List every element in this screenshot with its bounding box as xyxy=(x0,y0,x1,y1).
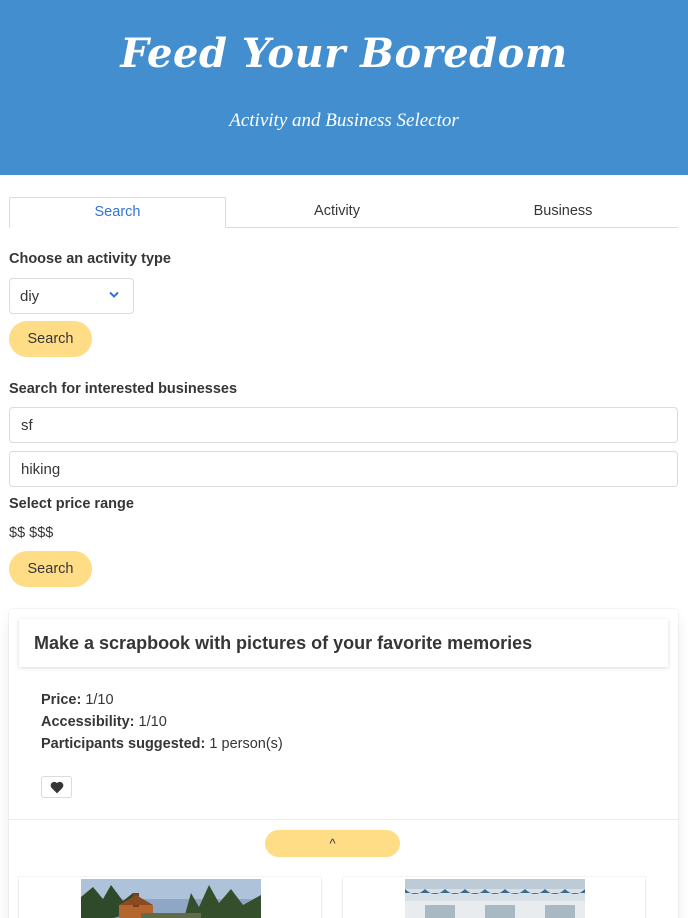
card-header: Make a scrapbook with pictures of your f… xyxy=(19,619,668,667)
price-range-label: Select price range xyxy=(9,496,134,512)
hero-banner: Feed Your Boredom Activity and Business … xyxy=(0,0,688,175)
tab-search[interactable]: Search xyxy=(9,197,226,228)
tab-business[interactable]: Business xyxy=(448,197,678,228)
favorite-button[interactable] xyxy=(41,776,72,798)
business-search-label: Search for interested businesses xyxy=(9,381,238,397)
tab-activity[interactable]: Activity xyxy=(226,197,448,228)
heart-icon xyxy=(50,781,64,794)
business-image xyxy=(81,879,261,918)
price-detail-label: Price: xyxy=(41,692,82,708)
app-title: Feed Your Boredom xyxy=(120,30,568,77)
activity-title: Make a scrapbook with pictures of your f… xyxy=(34,633,533,653)
location-input[interactable]: sf xyxy=(9,407,678,443)
price-detail: Price: 1/10 xyxy=(41,692,114,708)
participants-detail: Participants suggested: 1 person(s) xyxy=(41,736,283,752)
location-input-value: sf xyxy=(21,417,33,434)
accessibility-detail-label: Accessibility: xyxy=(41,714,135,730)
app-subtitle: Activity and Business Selector xyxy=(229,110,459,131)
term-input[interactable]: hiking xyxy=(9,451,678,487)
term-input-value: hiking xyxy=(21,461,61,478)
price-range-options[interactable]: $$ $$$ xyxy=(9,525,53,541)
activity-type-select[interactable]: diy xyxy=(9,278,134,314)
collapse-button[interactable]: ^ xyxy=(265,830,400,857)
participants-detail-label: Participants suggested: xyxy=(41,736,206,752)
card-footer-divider xyxy=(9,819,678,820)
activity-result-card: Make a scrapbook with pictures of your f… xyxy=(9,609,678,918)
accessibility-detail: Accessibility: 1/10 xyxy=(41,714,167,730)
business-image xyxy=(405,879,585,918)
tab-bar: Search Activity Business xyxy=(9,197,678,228)
activity-type-value: diy xyxy=(20,288,40,305)
chevron-down-icon xyxy=(109,291,119,298)
accessibility-detail-value: 1/10 xyxy=(138,714,167,730)
activity-type-label: Choose an activity type xyxy=(9,251,171,267)
price-detail-value: 1/10 xyxy=(85,692,114,708)
participants-detail-value: 1 person(s) xyxy=(209,736,283,752)
activity-search-button[interactable]: Search xyxy=(9,321,92,357)
business-search-button[interactable]: Search xyxy=(9,551,92,587)
